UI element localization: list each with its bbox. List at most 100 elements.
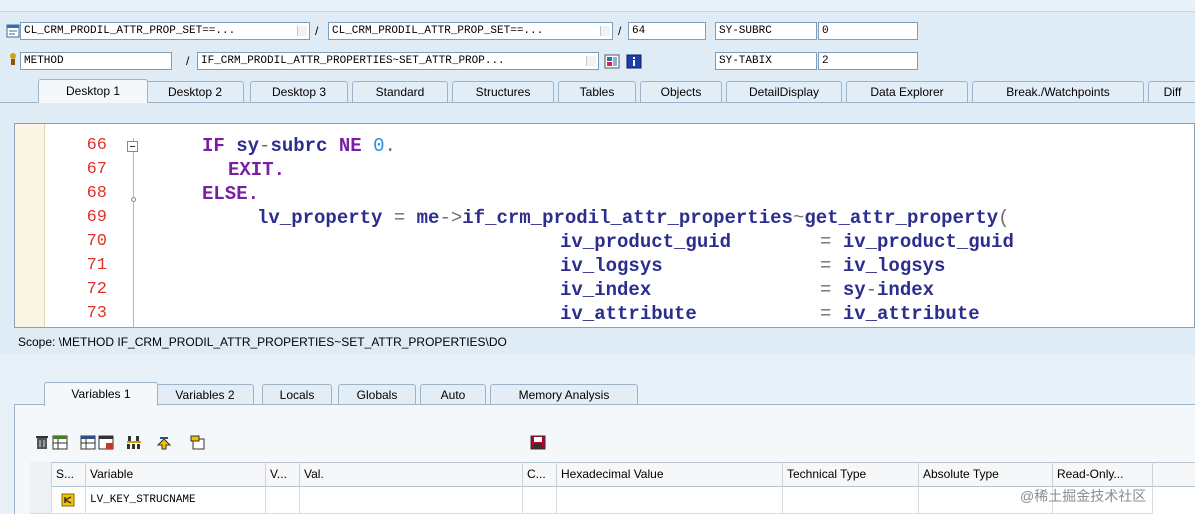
row-selector[interactable] (30, 487, 52, 514)
code-line-70-rhs: = iv_product_guid (820, 230, 1014, 254)
tab-divider (0, 102, 1195, 103)
sysfield-value-1[interactable]: 0 (818, 22, 918, 40)
tab-diff[interactable]: Diff (1148, 81, 1195, 102)
line-number: 73 (86, 304, 107, 323)
separator: / (315, 24, 319, 38)
operator: = (820, 231, 843, 253)
column-header[interactable]: Technical Type (783, 462, 919, 487)
export-icon[interactable] (80, 435, 96, 450)
column-header[interactable]: V... (266, 462, 300, 487)
tab-detaildisplay[interactable]: DetailDisplay (726, 81, 842, 102)
program-icon (6, 24, 20, 38)
program-field[interactable]: CL_CRM_PRODIL_ATTR_PROP_SET==... (20, 22, 310, 40)
sysfield-value-2[interactable]: 2 (818, 52, 918, 70)
tab-data-explorer[interactable]: Data Explorer (846, 81, 968, 102)
layout-icon[interactable] (604, 54, 620, 69)
separator: / (186, 54, 190, 68)
desktop-tab-bar: Desktop 1 Desktop 2 Desktop 3 Standard S… (0, 79, 1195, 103)
column-header[interactable]: S... (52, 462, 86, 487)
operator: -> (439, 207, 463, 229)
operator: = (820, 255, 843, 277)
code-line-69: lv_property = me->if_crm_prodil_attr_pro… (257, 206, 1010, 230)
scope-label: Scope: \METHOD IF_CRM_PRODIL_ATTR_PROPER… (0, 330, 1195, 354)
operator: = (820, 279, 843, 301)
table-icon[interactable] (52, 435, 68, 450)
param-name: iv_attribute (560, 303, 697, 325)
identifier: iv_attribute (842, 303, 980, 325)
tab-breakpoints-watchpoints[interactable]: Break./Watchpoints (972, 81, 1144, 102)
identifier: sy (236, 135, 260, 157)
tab-desktop-1[interactable]: Desktop 1 (38, 79, 148, 103)
collapse-icon[interactable] (127, 141, 138, 152)
operator: . (384, 135, 396, 157)
tab-standard[interactable]: Standard (352, 81, 448, 102)
line-number: 71 (86, 256, 107, 275)
tab-locals[interactable]: Locals (262, 384, 332, 405)
tab-variables-2[interactable]: Variables 2 (156, 384, 254, 405)
keyword: IF (202, 135, 237, 157)
save-icon[interactable] (530, 435, 546, 450)
variable-icon (61, 493, 75, 507)
identifier: lv_property (257, 207, 394, 229)
status-cell[interactable] (52, 487, 86, 514)
identifier: get_attr_property (804, 207, 999, 229)
identifier: index (877, 279, 935, 301)
identifier: subrc (270, 135, 339, 157)
tab-desktop-3[interactable]: Desktop 3 (250, 81, 348, 102)
sysfield-name-1[interactable]: SY-SUBRC (715, 22, 817, 40)
line-field[interactable]: 64 (628, 22, 706, 40)
delete-icon[interactable] (34, 435, 50, 450)
operator: - (865, 279, 878, 301)
code-line-71-rhs: = iv_logsys (820, 254, 945, 278)
fold-marker (131, 197, 136, 202)
variable-name-cell[interactable]: LV_KEY_STRUCNAME (86, 487, 266, 514)
method-icon (10, 53, 16, 65)
grid-cell[interactable] (266, 487, 300, 514)
column-header[interactable]: Hexadecimal Value (557, 462, 783, 487)
column-header[interactable]: Variable (86, 462, 266, 487)
tab-memory-analysis[interactable]: Memory Analysis (490, 384, 638, 405)
code-line-66: IF sy-subrc NE 0. (202, 134, 396, 158)
operator: ~ (792, 207, 805, 229)
code-line-73-rhs: = iv_attribute (820, 302, 980, 326)
column-header[interactable]: Absolute Type (919, 462, 1053, 487)
tab-globals[interactable]: Globals (338, 384, 416, 405)
tab-objects[interactable]: Objects (640, 81, 722, 102)
info-icon[interactable] (626, 54, 642, 69)
event-type-field[interactable]: METHOD (20, 52, 172, 70)
value-cell[interactable] (300, 487, 523, 514)
tab-tables[interactable]: Tables (558, 81, 636, 102)
code-line-67: EXIT. (228, 159, 286, 181)
technical-type-cell[interactable] (783, 487, 919, 514)
line-number: 67 (86, 160, 107, 179)
navigate-icon[interactable] (156, 435, 172, 450)
identifier: iv_logsys (842, 255, 946, 277)
sysfield-name-2[interactable]: SY-TABIX (715, 52, 817, 70)
display-icon[interactable] (190, 435, 206, 450)
line-number: 66 (86, 136, 107, 155)
event-field[interactable]: IF_CRM_PRODIL_ATTR_PROPERTIES~SET_ATTR_P… (197, 52, 599, 70)
operator: = (393, 207, 417, 229)
tab-auto[interactable]: Auto (420, 384, 486, 405)
tab-variables-1[interactable]: Variables 1 (44, 382, 158, 406)
row-selector-header[interactable] (30, 462, 52, 487)
column-header[interactable]: Val. (300, 462, 523, 487)
grid-cell[interactable] (523, 487, 557, 514)
identifier: me (416, 207, 440, 229)
column-header[interactable]: Read-Only... (1053, 462, 1153, 487)
breakpoint-gutter[interactable] (15, 124, 45, 327)
identifier: sy (842, 279, 866, 301)
param-name: iv_product_guid (560, 231, 732, 253)
param-name: iv_logsys (560, 255, 663, 277)
hierarchy-icon[interactable] (126, 435, 142, 450)
settings-icon[interactable] (98, 435, 114, 450)
operator: = (820, 303, 843, 325)
tab-desktop-2[interactable]: Desktop 2 (146, 81, 244, 102)
source-code-editor[interactable]: 66 67 68 69 70 71 72 73 IF sy-subrc NE 0… (14, 123, 1195, 328)
include-field[interactable]: CL_CRM_PRODIL_ATTR_PROP_SET==... (328, 22, 613, 40)
keyword: NE (338, 135, 374, 157)
tab-structures[interactable]: Structures (452, 81, 554, 102)
column-header[interactable]: C... (523, 462, 557, 487)
title-strip (0, 0, 1195, 12)
hex-value-cell[interactable] (557, 487, 783, 514)
